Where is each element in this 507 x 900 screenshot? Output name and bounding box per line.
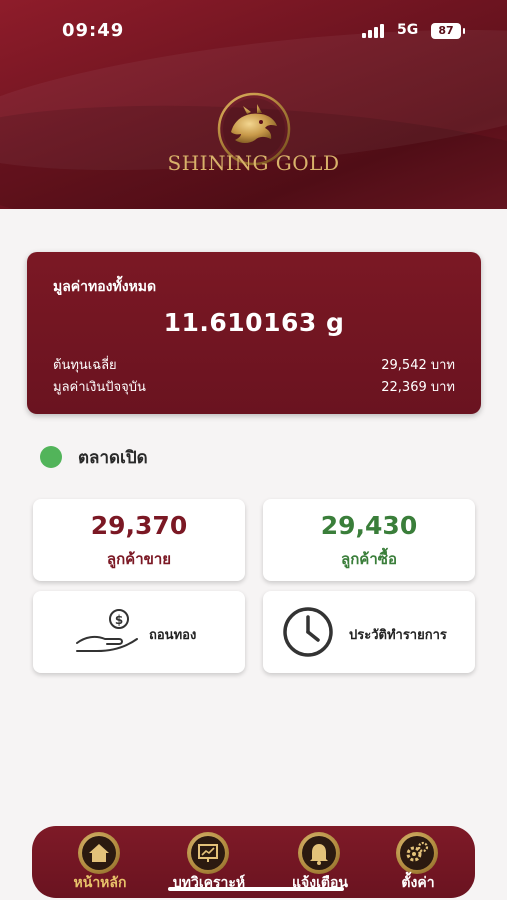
- app-header: 09:49 5G 87 SHINING GOLD: [0, 0, 507, 209]
- signal-icon: [362, 24, 388, 38]
- network-type: 5G: [397, 22, 419, 38]
- home-indicator: [168, 887, 344, 891]
- analysis-icon: [187, 832, 229, 874]
- gold-summary-card: มูลค่าทองทั้งหมด 11.610163 g ต้นทุนเฉลี่…: [27, 252, 481, 414]
- nav-label-settings: ตั้งค่า: [401, 875, 435, 891]
- total-gold-amount: 11.610163 g: [163, 308, 345, 337]
- status-time: 09:49: [62, 20, 125, 41]
- transaction-history-button[interactable]: ประวัติทำรายการ: [263, 591, 475, 673]
- average-cost-label: ต้นทุนเฉลี่ย: [53, 358, 117, 373]
- buy-price-label: ลูกค้าซื้อ: [341, 550, 397, 568]
- nav-item-home[interactable]: หน้าหลัก: [50, 826, 150, 898]
- average-cost-value: 29,542 บาท: [381, 358, 455, 373]
- transaction-history-label: ประวัติทำรายการ: [349, 628, 447, 643]
- sell-price-label: ลูกค้าขาย: [106, 550, 172, 568]
- sell-price-value: 29,370: [90, 511, 188, 540]
- nav-item-settings[interactable]: ตั้งค่า: [368, 826, 468, 898]
- current-value-value: 22,369 บาท: [381, 380, 455, 395]
- summary-title: มูลค่าทองทั้งหมด: [53, 279, 157, 295]
- sell-price-tile[interactable]: 29,370 ลูกค้าขาย: [33, 499, 245, 581]
- withdraw-gold-button[interactable]: $ ถอนทอง: [33, 591, 245, 673]
- home-icon: [78, 832, 120, 874]
- battery-tip: [463, 28, 465, 34]
- buy-price-value: 29,430: [320, 511, 418, 540]
- bell-icon: [298, 832, 340, 874]
- status-bar: 09:49 5G 87: [0, 0, 507, 60]
- clock-icon: [281, 606, 335, 658]
- gear-icon: [396, 832, 438, 874]
- svg-text:$: $: [115, 613, 123, 627]
- market-status-label: ตลาดเปิด: [78, 448, 148, 468]
- hand-coin-icon: $: [73, 607, 143, 657]
- brand-name: SHINING GOLD: [167, 151, 340, 175]
- current-value-label: มูลค่าเงินปัจจุบัน: [53, 380, 146, 395]
- withdraw-gold-label: ถอนทอง: [149, 628, 197, 643]
- nav-label-home: หน้าหลัก: [73, 875, 127, 891]
- buy-price-tile[interactable]: 29,430 ลูกค้าซื้อ: [263, 499, 475, 581]
- market-status-dot: [40, 446, 62, 468]
- battery-icon: 87: [431, 23, 461, 39]
